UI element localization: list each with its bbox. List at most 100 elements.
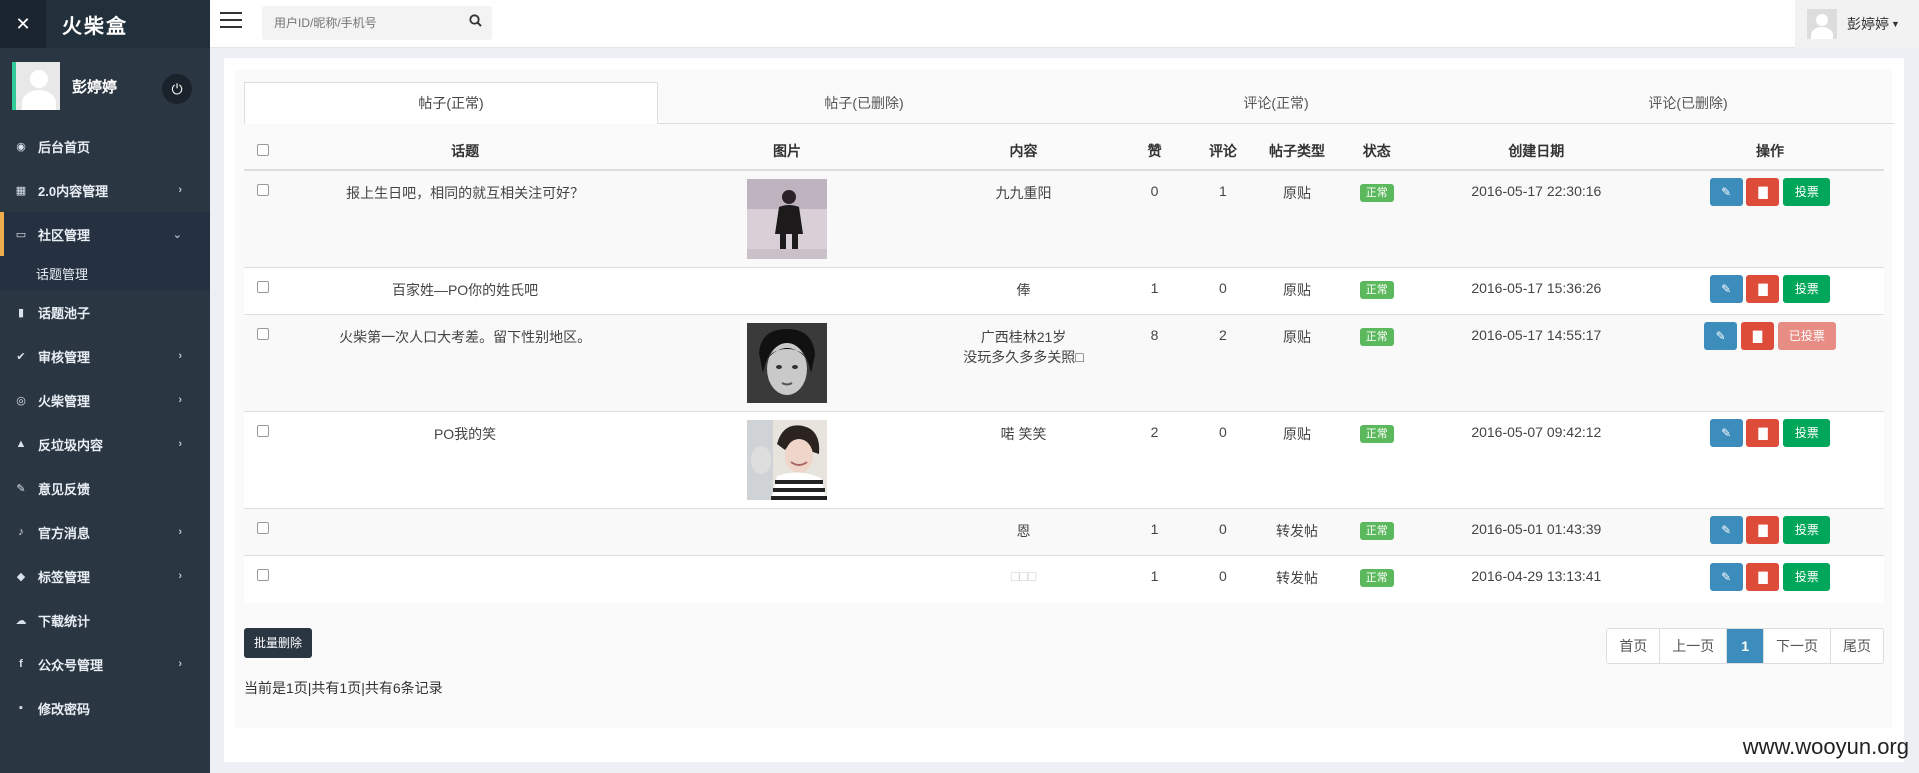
sidebar-item-matches[interactable]: ◎ 火柴管理 › — [0, 378, 210, 422]
logo-icon[interactable]: ✕ — [0, 0, 46, 48]
post-image[interactable] — [747, 179, 828, 259]
edit-button[interactable]: ✎ — [1704, 321, 1738, 350]
cell-post-type: 原贴 — [1257, 169, 1337, 267]
chevron-right-icon: › — [178, 526, 182, 538]
row-checkbox[interactable] — [257, 424, 270, 437]
avatar — [12, 62, 60, 110]
edit-button[interactable]: ✎ — [1709, 274, 1743, 303]
cell-topic: 百家姓—PO你的姓氏吧 — [282, 266, 648, 314]
delete-button[interactable]: ▇ — [1746, 562, 1780, 591]
chevron-right-icon: › — [178, 184, 182, 196]
tab-posts-deleted[interactable]: 帖子(已删除) — [658, 82, 1070, 123]
cell-image — [647, 507, 927, 555]
page-first[interactable]: 首页 — [1607, 629, 1661, 663]
post-image[interactable] — [747, 322, 828, 403]
edit-button[interactable]: ✎ — [1709, 562, 1743, 591]
sidebar-item-messages[interactable]: ♪ 官方消息 › — [0, 510, 210, 554]
warning-icon: ▲ — [15, 438, 27, 450]
voted-button[interactable]: 已投票 — [1777, 321, 1836, 350]
sidebar-item-password[interactable]: ▪ 修改密码 — [0, 686, 210, 730]
cloud-download-icon: ☁ — [15, 614, 27, 627]
sidebar-item-community[interactable]: ▭ 社区管理 ⌄ — [0, 212, 210, 256]
cell-content: 俸 — [926, 266, 1121, 314]
sidebar: ✕ 火柴盒 彭婷婷 ⏻ ◉ 后台首页 ▦ 2.0内容管理 › ▭ 社区管理 ⌄ 话题管理 … — [0, 0, 210, 773]
user-dropdown[interactable]: 彭婷婷 ▼ — [1795, 0, 1919, 48]
delete-button[interactable]: ▇ — [1746, 515, 1780, 544]
page-prev[interactable]: 上一页 — [1660, 629, 1728, 663]
select-all-checkbox[interactable] — [257, 143, 270, 156]
sidebar-item-content-2[interactable]: ▦ 2.0内容管理 › — [0, 168, 210, 212]
cell-image — [647, 554, 927, 602]
vote-button[interactable]: 投票 — [1783, 418, 1831, 447]
post-image[interactable] — [747, 419, 828, 500]
tab-bar: 帖子(正常) 帖子(已删除) 评论(正常) 评论(已删除) — [244, 82, 1894, 124]
tab-comments-normal[interactable]: 评论(正常) — [1070, 82, 1482, 123]
trash-icon: ▇ — [1758, 425, 1768, 440]
sidebar-item-official-account[interactable]: f 公众号管理 › — [0, 642, 210, 686]
edit-button[interactable]: ✎ — [1709, 515, 1743, 544]
page-last[interactable]: 尾页 — [1831, 629, 1883, 663]
edit-button[interactable]: ✎ — [1709, 178, 1743, 206]
main-content: 帖子(正常) 帖子(已删除) 评论(正常) 评论(已删除) 话题 图片 内容 赞… — [224, 58, 1904, 762]
sidebar-item-label: 话题管理 — [36, 266, 89, 282]
header-created-date: 创建日期 — [1416, 132, 1656, 171]
trash-icon: ▇ — [1758, 522, 1768, 537]
delete-button[interactable]: ▇ — [1746, 418, 1780, 447]
delete-button[interactable]: ▇ — [1746, 274, 1780, 303]
cell-image — [647, 266, 927, 314]
table-header-row: 话题 图片 内容 赞 评论 帖子类型 状态 创建日期 操作 — [244, 132, 1884, 171]
page-next[interactable]: 下一页 — [1764, 629, 1831, 663]
cell-post-type: 转发帖 — [1257, 554, 1337, 602]
pencil-icon: ✎ — [16, 482, 26, 495]
search-icon[interactable] — [469, 14, 482, 30]
cell-created-date: 2016-05-07 09:42:12 — [1416, 410, 1656, 508]
sidebar-item-home[interactable]: ◉ 后台首页 — [0, 124, 210, 168]
header-post-type: 帖子类型 — [1257, 132, 1337, 171]
cell-content: 喏 笑笑 — [926, 410, 1121, 508]
edit-button[interactable]: ✎ — [1709, 418, 1743, 447]
lock-icon: ▪ — [19, 702, 23, 714]
power-icon[interactable]: ⏻ — [162, 74, 192, 104]
page-current[interactable]: 1 — [1727, 629, 1764, 663]
panel: 帖子(正常) 帖子(已删除) 评论(正常) 评论(已删除) 话题 图片 内容 赞… — [234, 70, 1894, 728]
sidebar-item-tags[interactable]: ◆ 标签管理 › — [0, 554, 210, 598]
sidebar-item-label: 2.0内容管理 — [38, 183, 109, 199]
cell-post-type: 原贴 — [1257, 313, 1337, 411]
sidebar-menu: ◉ 后台首页 ▦ 2.0内容管理 › ▭ 社区管理 ⌄ 话题管理 ▮ 话题池子 ✔ 审核管理 ›… — [0, 124, 210, 730]
row-checkbox[interactable] — [257, 568, 270, 581]
row-checkbox[interactable] — [257, 327, 270, 340]
facebook-icon: f — [19, 658, 23, 670]
vote-button[interactable]: 投票 — [1783, 178, 1831, 206]
row-checkbox[interactable] — [257, 280, 270, 293]
avatar — [1807, 9, 1837, 39]
search-input[interactable] — [262, 6, 452, 40]
vote-button[interactable]: 投票 — [1783, 562, 1831, 591]
chevron-right-icon: › — [178, 438, 182, 450]
delete-button[interactable]: ▇ — [1740, 321, 1774, 350]
bell-icon: ♪ — [18, 526, 24, 538]
delete-button[interactable]: ▇ — [1746, 178, 1780, 206]
status-badge: 正常 — [1359, 327, 1394, 346]
vote-button[interactable]: 投票 — [1783, 274, 1831, 303]
header-status: 状态 — [1336, 132, 1417, 171]
tab-posts-normal[interactable]: 帖子(正常) — [244, 82, 658, 124]
sidebar-item-feedback[interactable]: ✎ 意见反馈 — [0, 466, 210, 510]
vote-button[interactable]: 投票 — [1783, 515, 1831, 544]
sidebar-item-antispam[interactable]: ▲ 反垃圾内容 › — [0, 422, 210, 466]
sidebar-item-downloads[interactable]: ☁ 下载统计 — [0, 598, 210, 642]
batch-delete-button[interactable]: 批量删除 — [244, 628, 313, 658]
sidebar-subitem-topics[interactable]: 话题管理 — [0, 256, 210, 290]
header-content: 内容 — [926, 132, 1121, 171]
sidebar-item-review[interactable]: ✔ 审核管理 › — [0, 334, 210, 378]
tab-comments-deleted[interactable]: 评论(已删除) — [1482, 82, 1894, 123]
sidebar-item-topic-pool[interactable]: ▮ 话题池子 — [0, 290, 210, 334]
chevron-right-icon: › — [178, 658, 182, 670]
row-checkbox[interactable] — [257, 184, 270, 196]
user-panel: 彭婷婷 ⏻ — [0, 48, 210, 124]
row-checkbox[interactable] — [257, 521, 270, 534]
laptop-icon: ▭ — [15, 228, 27, 241]
edit-icon: ✎ — [1721, 425, 1732, 440]
sidebar-item-label: 修改密码 — [38, 701, 91, 717]
header-topic: 话题 — [282, 132, 648, 171]
hamburger-menu-icon[interactable] — [220, 12, 242, 32]
